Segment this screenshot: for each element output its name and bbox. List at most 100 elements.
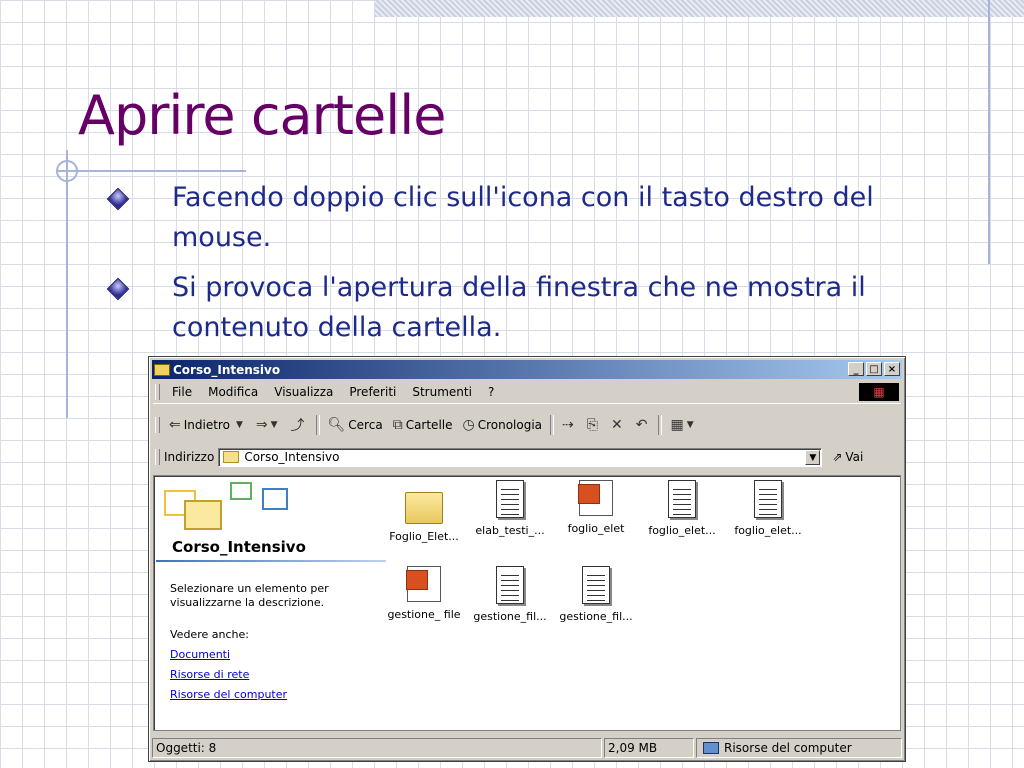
forward-button[interactable]: ⇒ ▼ <box>251 417 286 433</box>
address-bar: Indirizzo Corso_Intensivo ▼ ⇗ Vai <box>153 445 901 469</box>
toolbar-separator <box>658 415 663 435</box>
windows-logo-icon: ▦ <box>859 383 899 401</box>
back-button[interactable]: ⇐ Indietro ▼ <box>164 417 251 433</box>
toolbar-grip <box>155 417 160 433</box>
file-name: foglio_elet... <box>648 524 716 537</box>
search-icon: 🔍︎ <box>327 417 346 433</box>
document-icon <box>582 566 610 604</box>
menu-visualizza[interactable]: Visualizza <box>266 385 341 399</box>
folder-art-icon <box>230 482 252 500</box>
bullet-text-2: Si provoca l'apertura della finestra che… <box>172 272 866 343</box>
decorative-right-line <box>988 0 990 264</box>
file-item[interactable]: gestione_ file <box>382 566 466 621</box>
web-view-pane: Corso_Intensivo Selezionare un elemento … <box>156 478 386 726</box>
dropdown-arrow-icon: ▼ <box>235 420 243 430</box>
search-label: Cerca <box>348 418 383 432</box>
powerpoint-icon <box>406 566 441 602</box>
menu-modifica[interactable]: Modifica <box>200 385 266 399</box>
menu-preferiti[interactable]: Preferiti <box>341 385 404 399</box>
menu-strumenti[interactable]: Strumenti <box>404 385 480 399</box>
menu-file[interactable]: File <box>164 385 200 399</box>
title-underline <box>56 170 246 172</box>
folder-icon <box>405 492 443 524</box>
link-documenti[interactable]: Documenti <box>170 648 230 661</box>
up-folder-icon: ⤴ <box>290 418 305 434</box>
history-label: Cronologia <box>477 418 543 432</box>
folders-label: Cartelle <box>405 418 453 432</box>
document-icon <box>496 566 524 604</box>
document-icon <box>668 480 696 518</box>
file-item[interactable]: Foglio_Elet... <box>382 484 466 543</box>
slide-title: Aprire cartelle <box>78 84 446 147</box>
document-icon <box>754 480 782 518</box>
bullet-text-1: Facendo doppio clic sull'icona con il ta… <box>172 182 874 253</box>
views-button[interactable]: ▦ ▼ <box>665 417 701 433</box>
see-also-label: Vedere anche: <box>170 628 249 641</box>
minimize-button[interactable]: _ <box>848 362 864 376</box>
decorative-top-bar <box>375 0 1024 17</box>
address-label: Indirizzo <box>164 450 215 464</box>
pane-divider <box>156 560 386 562</box>
undo-icon: ↶ <box>635 417 648 433</box>
maximize-button[interactable]: □ <box>866 362 882 376</box>
menu-help[interactable]: ? <box>480 385 502 399</box>
link-risorse-del-computer[interactable]: Risorse del computer <box>170 688 287 701</box>
file-item[interactable]: foglio_elet... <box>640 480 724 537</box>
file-name: foglio_elet <box>567 522 625 535</box>
file-name: gestione_fil... <box>473 610 547 623</box>
status-location-label: Risorse del computer <box>724 741 852 755</box>
file-item[interactable]: elab_testi_... <box>468 480 552 537</box>
folders-icon: ⧉ <box>392 417 403 433</box>
dropdown-arrow-icon: ▼ <box>270 420 278 430</box>
search-button[interactable]: 🔍︎ Cerca <box>323 417 388 433</box>
back-arrow-icon: ⇐ <box>169 417 181 433</box>
toolbar-separator <box>550 415 555 435</box>
move-to-button[interactable]: ⇢ <box>557 417 582 433</box>
folder-art-icon <box>184 500 222 530</box>
address-value: Corso_Intensivo <box>244 450 340 464</box>
file-item[interactable]: foglio_elet... <box>726 480 810 537</box>
forward-arrow-icon: ⇒ <box>255 417 268 433</box>
undo-button[interactable]: ↶ <box>631 417 656 433</box>
copy-to-button[interactable]: ⎘ <box>582 417 606 433</box>
dropdown-arrow-icon: ▼ <box>686 420 694 430</box>
window-titlebar[interactable]: Corso_Intensivo _ □ × <box>152 360 902 379</box>
views-icon: ▦ <box>670 417 684 433</box>
decorative-left-line <box>66 150 68 418</box>
file-name: foglio_elet... <box>734 524 802 537</box>
go-arrow-icon: ⇗ <box>832 450 843 464</box>
standard-toolbar: ⇐ Indietro ▼ ⇒ ▼ ⤴ 🔍︎ Cerca ⧉ Cartelle ◷ Crono… <box>153 411 901 439</box>
explorer-window: Corso_Intensivo _ □ × File Modifica Visu… <box>148 356 906 762</box>
close-button[interactable]: × <box>884 362 900 376</box>
file-name: elab_testi_... <box>475 524 545 537</box>
address-dropdown-button[interactable]: ▼ <box>805 449 821 465</box>
file-item[interactable]: gestione_fil... <box>468 566 552 623</box>
folder-icon <box>223 451 240 463</box>
back-label: Indietro <box>183 418 230 432</box>
status-bar: Oggetti: 8 2,09 MB Risorse del computer <box>152 738 902 758</box>
go-button[interactable]: ⇗ Vai <box>832 450 863 464</box>
link-risorse-di-rete[interactable]: Risorse di rete <box>170 668 249 681</box>
pane-folder-title: Corso_Intensivo <box>172 538 306 556</box>
status-size: 2,09 MB <box>604 738 694 758</box>
history-button[interactable]: ◷ Cronologia <box>458 417 548 433</box>
up-folder-button[interactable]: ⤴ <box>286 415 313 435</box>
file-item[interactable]: foglio_elet <box>554 480 638 535</box>
window-title: Corso_Intensivo <box>173 362 281 377</box>
file-name: gestione_fil... <box>559 610 633 623</box>
toolbar-separator <box>315 415 320 435</box>
menu-bar: File Modifica Visualizza Preferiti Strum… <box>153 381 901 404</box>
status-objects: Oggetti: 8 <box>152 738 602 758</box>
delete-button[interactable]: ✕ <box>606 417 631 433</box>
address-input[interactable]: Corso_Intensivo ▼ <box>218 447 823 467</box>
folders-button[interactable]: ⧉ Cartelle <box>388 417 458 433</box>
file-name: gestione_ file <box>387 608 461 621</box>
history-icon: ◷ <box>462 417 475 433</box>
copy-to-icon: ⎘ <box>586 417 598 433</box>
status-location: Risorse del computer <box>696 738 902 758</box>
file-item[interactable]: gestione_fil... <box>554 566 638 623</box>
go-label: Vai <box>845 450 864 464</box>
menu-grip <box>155 384 160 400</box>
powerpoint-icon <box>578 480 613 516</box>
address-grip <box>155 449 160 465</box>
